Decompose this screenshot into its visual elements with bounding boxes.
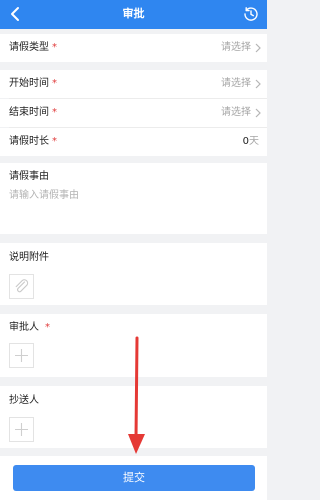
reason-label: 请假事由 <box>9 171 49 182</box>
chevron-right-icon <box>255 43 261 53</box>
start-time-value: 请选择 <box>221 78 251 89</box>
attachment-label: 说明附件 <box>9 252 49 263</box>
duration-unit: 天 <box>249 136 259 147</box>
approver-label: 审批人 * <box>9 322 50 333</box>
reason-section: 请假事由 请输入请假事由 <box>0 163 267 234</box>
leave-type-field[interactable]: 请假类型 * 请选择 <box>0 34 267 62</box>
start-time-field[interactable]: 开始时间 * 请选择 <box>0 70 267 98</box>
end-time-field[interactable]: 结束时间 * 请选择 <box>0 99 267 127</box>
annotation-arrow-icon <box>128 336 145 454</box>
required-mark: * <box>52 136 57 147</box>
chevron-right-icon <box>255 108 261 118</box>
submit-button[interactable]: 提交 <box>13 465 255 491</box>
required-mark: * <box>45 322 50 333</box>
header-bar: 审批 <box>0 0 267 29</box>
history-clock-icon[interactable] <box>243 6 259 22</box>
leave-type-value: 请选择 <box>221 42 251 53</box>
required-mark: * <box>52 107 57 118</box>
plus-icon <box>15 349 28 362</box>
plus-icon <box>15 423 28 436</box>
duration-value: 0天 <box>243 135 259 149</box>
page-title: 审批 <box>122 7 145 20</box>
add-attachment-button[interactable] <box>9 274 34 299</box>
add-approver-button[interactable] <box>9 343 34 368</box>
start-time-label: 开始时间 * <box>9 78 57 89</box>
required-mark: * <box>52 42 57 53</box>
paperclip-icon <box>15 279 29 293</box>
end-time-label: 结束时间 * <box>9 107 57 118</box>
attachment-section: 说明附件 <box>0 243 267 305</box>
end-time-value: 请选择 <box>221 107 251 118</box>
duration-field[interactable]: 请假时长 * 0天 <box>0 128 267 156</box>
cc-label: 抄送人 <box>9 395 39 406</box>
duration-label: 请假时长 * <box>9 136 57 147</box>
required-mark: * <box>52 78 57 89</box>
leave-type-label: 请假类型 * <box>9 42 57 53</box>
reason-input[interactable]: 请输入请假事由 <box>9 189 79 203</box>
chevron-right-icon <box>255 79 261 89</box>
add-cc-button[interactable] <box>9 417 34 442</box>
